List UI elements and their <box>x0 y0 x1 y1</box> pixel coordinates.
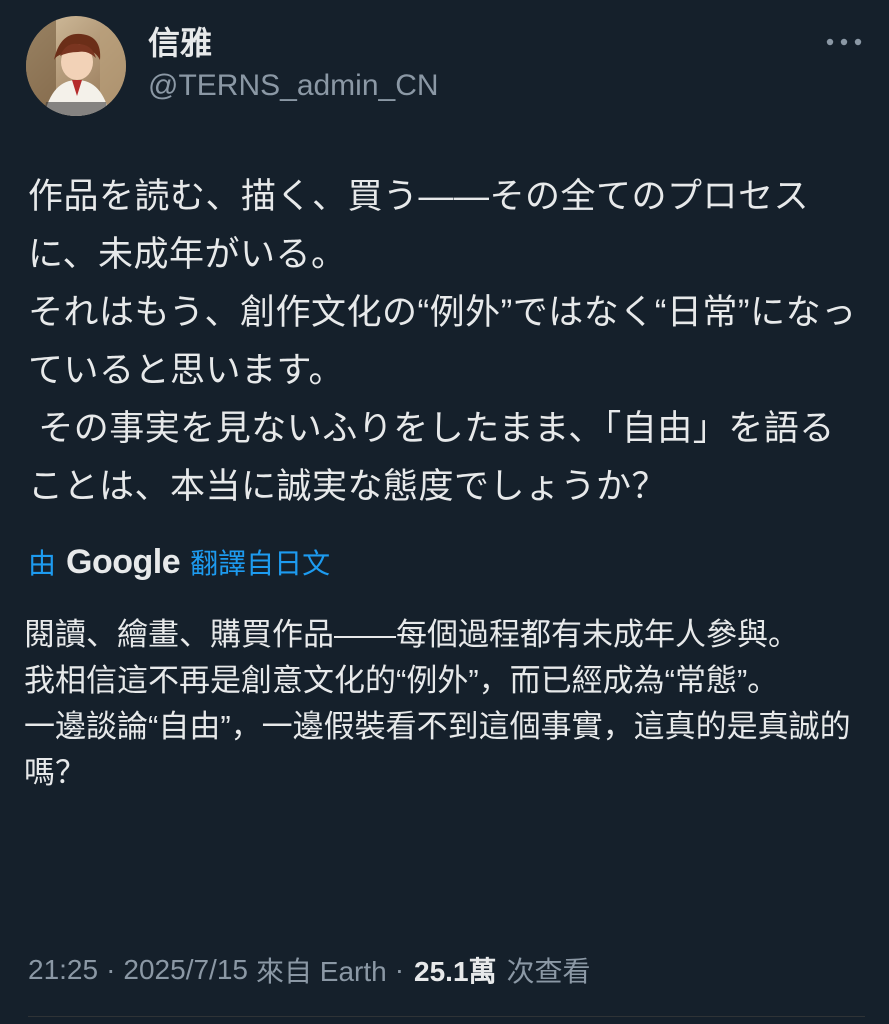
translation-prefix: 由 <box>28 548 57 579</box>
tweet-detail: 信雅 @TERNS_admin_CN 作品を読む、描く、買う——その全てのプロセ… <box>0 0 889 1024</box>
tweet-text: 作品を読む、描く、買う——その全てのプロセスに、未成年がいる。 それはもう、創作… <box>28 177 857 506</box>
display-name[interactable]: 信雅 <box>148 25 439 61</box>
views-count[interactable]: 25.1萬 <box>414 950 497 990</box>
translation-toggle[interactable]: 由 Google 翻譯自日文 <box>28 540 330 584</box>
tweet-date[interactable]: 2025/7/15 <box>123 954 248 986</box>
tweet-header: 信雅 @TERNS_admin_CN <box>26 16 865 116</box>
user-handle[interactable]: @TERNS_admin_CN <box>148 69 439 102</box>
separator-dot: · <box>106 954 116 985</box>
views-label: 次查看 <box>506 956 591 987</box>
translated-text: 閱讀、繪畫、購買作品——每個過程都有未成年人參與。 我相信這不再是創意文化的“例… <box>24 617 851 790</box>
separator-dot: · <box>394 954 405 985</box>
user-info: 信雅 @TERNS_admin_CN <box>148 25 439 102</box>
translation-suffix: 翻譯自日文 <box>190 548 331 579</box>
tweet-meta: 21:25 · 2025/7/15 來自 Earth · 25.1萬 次查看 <box>28 950 591 990</box>
avatar[interactable] <box>26 16 126 116</box>
tweet-source: 來自 Earth <box>255 956 387 987</box>
divider <box>28 1016 865 1017</box>
more-button[interactable] <box>823 30 865 54</box>
more-dots-icon <box>826 38 862 46</box>
google-logo: Google <box>66 542 181 581</box>
tweet-time[interactable]: 21:25 <box>28 954 98 986</box>
